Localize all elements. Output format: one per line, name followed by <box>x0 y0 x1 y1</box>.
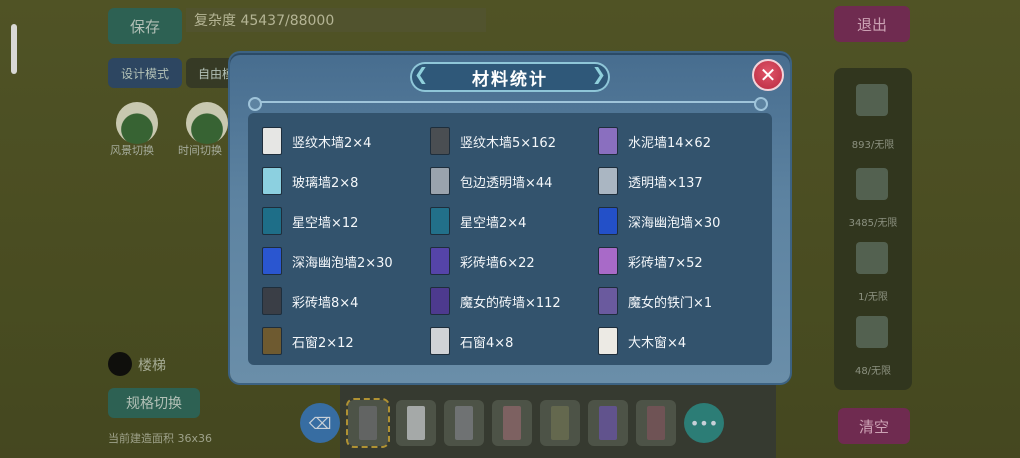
material-item: 水泥墙14×62 <box>594 121 762 161</box>
material-item-label: 大木窗×4 <box>628 335 687 351</box>
material-item-label: 玻璃墙2×8 <box>292 175 359 191</box>
material-item-label: 水泥墙14×62 <box>628 135 711 151</box>
material-item: 彩砖墙8×4 <box>258 281 426 321</box>
material-item-label: 透明墙×137 <box>628 175 703 191</box>
ornament-right-icon: ❯ <box>591 65 606 85</box>
material-item: 魔女的砖墙×112 <box>426 281 594 321</box>
material-item-label: 彩砖墙7×52 <box>628 255 703 271</box>
material-item: 彩砖墙7×52 <box>594 241 762 281</box>
material-item-label: 魔女的铁门×1 <box>628 295 713 311</box>
stone-window-4-icon <box>430 327 450 355</box>
deep-sea-bubble-wall-icon <box>598 207 618 235</box>
material-item-label: 竖纹木墙2×4 <box>292 135 372 151</box>
material-item: 星空墙2×4 <box>426 201 594 241</box>
colored-brick-wall-6-icon <box>430 247 450 275</box>
material-item-label: 深海幽泡墙×30 <box>628 215 721 231</box>
starry-wall-2-icon <box>430 207 450 235</box>
material-item: 星空墙×12 <box>258 201 426 241</box>
vertical-wood-wall-dark-icon <box>430 127 450 155</box>
material-item-label: 星空墙×12 <box>292 215 359 231</box>
colored-brick-wall-8-icon <box>262 287 282 315</box>
close-icon[interactable]: ✕ <box>752 59 784 91</box>
material-item: 石窗4×8 <box>426 321 594 361</box>
transparent-wall-icon <box>598 167 618 195</box>
material-item-label: 彩砖墙6×22 <box>460 255 535 271</box>
cement-wall-icon <box>598 127 618 155</box>
material-item-label: 星空墙2×4 <box>460 215 527 231</box>
material-item-label: 彩砖墙8×4 <box>292 295 359 311</box>
material-list: 竖纹木墙2×4 竖纹木墙5×162 水泥墙14×62 玻璃墙2×8 包边透明墙×44 透明… <box>248 113 772 365</box>
material-item: 包边透明墙×44 <box>426 161 594 201</box>
material-item: 深海幽泡墙2×30 <box>258 241 426 281</box>
dialog-title-plate: ❮ 材料统计 ❯ <box>410 62 610 92</box>
material-item-label: 包边透明墙×44 <box>460 175 553 191</box>
large-wood-window-icon <box>598 327 618 355</box>
witch-iron-door-icon <box>598 287 618 315</box>
material-item: 石窗2×12 <box>258 321 426 361</box>
material-item-label: 石窗2×12 <box>292 335 354 351</box>
edged-transparent-wall-icon <box>430 167 450 195</box>
material-item-label: 魔女的砖墙×112 <box>460 295 561 311</box>
material-item: 深海幽泡墙×30 <box>594 201 762 241</box>
material-item: 彩砖墙6×22 <box>426 241 594 281</box>
deep-sea-bubble-wall-2-icon <box>262 247 282 275</box>
stone-window-2-icon <box>262 327 282 355</box>
material-stats-dialog: ❮ 材料统计 ❯ ✕ 竖纹木墙2×4 竖纹木墙5×162 水泥墙14×62 玻璃墙2×… <box>230 53 790 383</box>
title-divider <box>248 97 768 111</box>
material-item-label: 竖纹木墙5×162 <box>460 135 556 151</box>
material-item: 透明墙×137 <box>594 161 762 201</box>
material-item-label: 深海幽泡墙2×30 <box>292 255 393 271</box>
witch-brick-wall-icon <box>430 287 450 315</box>
glass-wall-icon <box>262 167 282 195</box>
material-item: 大木窗×4 <box>594 321 762 361</box>
material-item: 竖纹木墙5×162 <box>426 121 594 161</box>
ornament-left-icon: ❮ <box>414 65 429 85</box>
vertical-wood-wall-icon <box>262 127 282 155</box>
dialog-title: 材料统计 <box>472 69 548 90</box>
colored-brick-wall-7-icon <box>598 247 618 275</box>
starry-wall-icon <box>262 207 282 235</box>
material-item-label: 石窗4×8 <box>460 335 514 351</box>
material-item: 玻璃墙2×8 <box>258 161 426 201</box>
material-item: 竖纹木墙2×4 <box>258 121 426 161</box>
material-item: 魔女的铁门×1 <box>594 281 762 321</box>
